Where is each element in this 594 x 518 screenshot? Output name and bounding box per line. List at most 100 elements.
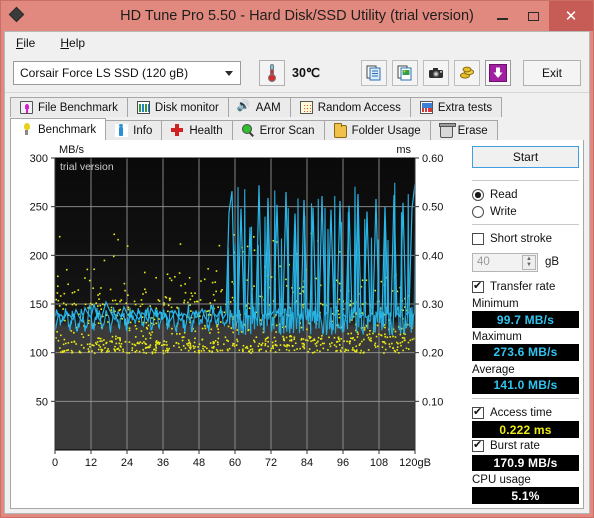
cpu-usage-value-box: 5.1%	[472, 487, 579, 505]
folder-icon	[333, 123, 347, 138]
checkbox-access-time-icon	[472, 405, 484, 419]
close-button[interactable]: ✕	[549, 1, 593, 31]
maximum-value: 273.6 MB/s	[493, 345, 558, 360]
transfer-rate-label: Transfer rate	[490, 281, 556, 294]
access-time-label: Access time	[490, 406, 552, 419]
svg-text:0.10: 0.10	[422, 396, 443, 408]
magnifier-icon	[241, 124, 255, 137]
average-value: 141.0 MB/s	[493, 378, 558, 393]
tab-error-scan[interactable]: Error Scan	[231, 120, 325, 140]
temperature-indicator	[259, 59, 285, 86]
radio-read-label: Read	[490, 188, 518, 201]
client-area: File Help Corsair Force LS SSD (120 gB) …	[4, 31, 590, 514]
copy-text-icon[interactable]	[361, 59, 387, 86]
tab-info[interactable]: Info	[105, 120, 163, 140]
checkbox-transfer-rate-icon	[472, 279, 484, 294]
benchmark-panel: trial version 50 100 150 200 250 300 0.10 0.20 0.…	[10, 140, 584, 509]
svg-text:36: 36	[157, 457, 169, 469]
tab-label: File Benchmark	[38, 101, 118, 114]
tab-label: Benchmark	[38, 123, 97, 136]
menu-item-file[interactable]: File	[14, 34, 46, 52]
burst-rate-value: 170.9 MB/s	[493, 455, 558, 470]
tab-label: AAM	[255, 101, 281, 114]
stepper-arrows-icon[interactable]: ▲ ▼	[522, 254, 536, 270]
tab-disk-monitor[interactable]: Disk monitor	[126, 97, 229, 117]
svg-text:12: 12	[85, 457, 97, 469]
tab-folder-usage[interactable]: Folder Usage	[323, 120, 431, 140]
svg-text:250: 250	[30, 202, 48, 214]
results-panel: Start Read Write Short stroke 40 ▲ ▼ gB …	[463, 140, 583, 508]
maximize-button[interactable]	[518, 1, 549, 31]
tab-label: Health	[189, 124, 223, 137]
download-arrow-icon[interactable]	[485, 59, 511, 86]
divider	[472, 224, 579, 226]
toolbar-icon-group	[361, 59, 511, 86]
short-stroke-stepper-row: 40 ▲ ▼ gB	[472, 252, 579, 272]
scatter-icon	[299, 101, 313, 114]
short-stroke-input[interactable]: 40 ▲ ▼	[472, 252, 538, 272]
checkbox-burst-rate[interactable]: Burst rate	[472, 438, 579, 455]
bar-chart-icon	[136, 101, 150, 114]
checkbox-burst-rate-icon	[472, 438, 484, 453]
tab-row-upper: File Benchmark Disk monitor AAM Random A…	[10, 96, 584, 117]
coins-icon[interactable]	[454, 59, 480, 86]
access-time-value-box: 0.222 ms	[472, 421, 579, 438]
minimize-button[interactable]	[487, 1, 518, 31]
tab-label: Extra tests	[437, 101, 493, 114]
cpu-usage-label: CPU usage	[472, 474, 531, 487]
health-cross-icon	[171, 124, 184, 137]
svg-text:ms: ms	[396, 144, 411, 156]
svg-text:24: 24	[121, 457, 133, 469]
start-button[interactable]: Start	[472, 146, 579, 168]
file-benchmark-icon	[20, 101, 33, 114]
exit-button[interactable]: Exit	[523, 59, 581, 86]
cpu-usage-value: 5.1%	[511, 488, 540, 503]
drive-select-dropdown[interactable]: Corsair Force LS SSD (120 gB)	[13, 60, 241, 85]
checkbox-access-time[interactable]: Access time	[472, 405, 579, 422]
speaker-icon	[237, 99, 251, 114]
svg-text:0.20: 0.20	[422, 348, 443, 360]
tab-label: Info	[133, 124, 153, 137]
radio-read-icon	[472, 188, 484, 201]
minimum-value-box: 99.7 MB/s	[472, 311, 579, 329]
svg-text:72: 72	[265, 457, 277, 469]
tab-label: Error Scan	[259, 124, 315, 137]
maximum-label: Maximum	[472, 331, 522, 344]
checkbox-short-stroke[interactable]: Short stroke	[472, 231, 579, 248]
tab-row-lower: Benchmark Info Health Error Scan Folder …	[10, 118, 584, 140]
radio-read[interactable]: Read	[472, 187, 579, 204]
tab-erase[interactable]: Erase	[429, 120, 498, 140]
menu-item-help[interactable]: Help	[58, 34, 96, 52]
tab-random-access[interactable]: Random Access	[289, 97, 411, 117]
radio-write[interactable]: Write	[472, 203, 579, 220]
tab-aam[interactable]: AAM	[227, 97, 291, 117]
svg-text:48: 48	[193, 457, 205, 469]
window-controls: ✕	[487, 1, 593, 31]
lightbulb-icon	[20, 123, 33, 136]
drive-select-value: Corsair Force LS SSD (120 gB)	[20, 65, 189, 80]
tab-benchmark[interactable]: Benchmark	[10, 118, 107, 140]
radio-write-label: Write	[490, 205, 517, 218]
chart-canvas: trial version 50 100 150 200 250 300 0.10 0.20 0.…	[30, 144, 444, 469]
extra-tests-icon	[419, 101, 433, 114]
svg-text:0.30: 0.30	[422, 299, 443, 311]
svg-text:0.60: 0.60	[422, 153, 443, 165]
tab-label: Disk monitor	[154, 101, 219, 114]
svg-text:100: 100	[30, 348, 48, 360]
svg-text:trial version: trial version	[60, 161, 114, 173]
svg-text:60: 60	[229, 457, 241, 469]
short-stroke-unit: gB	[545, 256, 560, 269]
camera-icon[interactable]	[423, 59, 449, 86]
tab-extra-tests[interactable]: Extra tests	[409, 97, 503, 117]
checkbox-transfer-rate[interactable]: Transfer rate	[472, 279, 579, 296]
svg-text:0.40: 0.40	[422, 250, 443, 262]
tab-health[interactable]: Health	[161, 120, 233, 140]
temperature-value: 30℃	[292, 66, 320, 80]
svg-text:200: 200	[30, 250, 48, 262]
svg-text:120gB: 120gB	[399, 457, 431, 469]
copy-image-icon[interactable]	[392, 59, 418, 86]
svg-text:MB/s: MB/s	[59, 144, 85, 156]
tab-file-benchmark[interactable]: File Benchmark	[10, 97, 128, 117]
tab-label: Folder Usage	[351, 124, 421, 137]
menu-bar: File Help	[5, 32, 589, 53]
